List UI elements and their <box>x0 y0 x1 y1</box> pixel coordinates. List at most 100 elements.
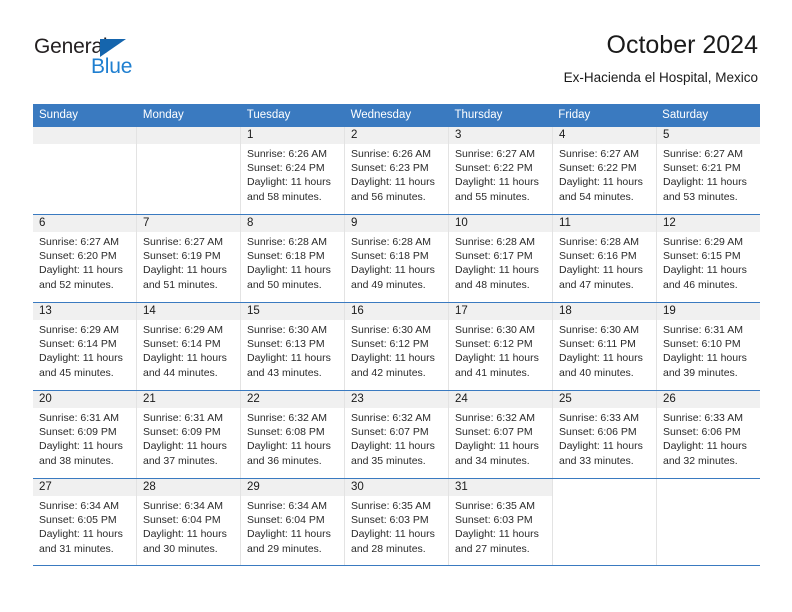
calendar-day-cell[interactable]: 31 Sunrise: 6:35 AM Sunset: 6:03 PM Dayligh… <box>449 479 553 565</box>
weekday-header-wednesday: Wednesday <box>350 109 412 121</box>
sunrise-text: Sunrise: 6:32 AM <box>455 412 535 424</box>
sunrise-text: Sunrise: 6:30 AM <box>247 324 327 336</box>
weekday-header-saturday: Saturday <box>662 109 709 121</box>
calendar-empty-cell <box>553 479 657 565</box>
daylight-text: Daylight: 11 hours and 37 minutes. <box>143 440 227 467</box>
calendar-day-cell[interactable]: 30 Sunrise: 6:35 AM Sunset: 6:03 PM Dayligh… <box>345 479 449 565</box>
calendar-day-cell[interactable]: 27 Sunrise: 6:34 AM Sunset: 6:05 PM Dayligh… <box>33 479 137 565</box>
daylight-text: Daylight: 11 hours and 32 minutes. <box>663 440 747 467</box>
day-number: 28 <box>137 479 240 496</box>
day-details: Sunrise: 6:34 AM Sunset: 6:04 PM Daylight:… <box>137 496 240 556</box>
sunrise-text: Sunrise: 6:32 AM <box>351 412 431 424</box>
calendar-day-cell[interactable]: 22 Sunrise: 6:32 AM Sunset: 6:08 PM Dayligh… <box>241 391 345 478</box>
calendar-day-cell[interactable]: 18 Sunrise: 6:30 AM Sunset: 6:11 PM Dayligh… <box>553 303 657 390</box>
day-details: Sunrise: 6:32 AM Sunset: 6:07 PM Daylight:… <box>345 408 448 468</box>
calendar-day-cell[interactable]: 12 Sunrise: 6:29 AM Sunset: 6:15 PM Dayligh… <box>657 215 760 302</box>
calendar-day-cell[interactable]: 6 Sunrise: 6:27 AM Sunset: 6:20 PM Daylight… <box>33 215 137 302</box>
sunset-text: Sunset: 6:07 PM <box>455 426 533 439</box>
daylight-text: Daylight: 11 hours and 30 minutes. <box>143 528 227 555</box>
day-number: 26 <box>657 391 760 408</box>
calendar-day-cell[interactable]: 26 Sunrise: 6:33 AM Sunset: 6:06 PM Dayligh… <box>657 391 760 478</box>
sunset-text: Sunset: 6:04 PM <box>247 514 325 527</box>
day-number: 6 <box>33 215 136 232</box>
day-number <box>33 127 136 144</box>
sunset-text: Sunset: 6:13 PM <box>247 338 325 351</box>
day-details: Sunrise: 6:28 AM Sunset: 6:18 PM Daylight:… <box>345 232 448 292</box>
sunrise-text: Sunrise: 6:34 AM <box>247 500 327 512</box>
calendar-day-cell[interactable]: 14 Sunrise: 6:29 AM Sunset: 6:14 PM Dayligh… <box>137 303 241 390</box>
calendar-day-cell[interactable]: 16 Sunrise: 6:30 AM Sunset: 6:12 PM Dayligh… <box>345 303 449 390</box>
day-details: Sunrise: 6:35 AM Sunset: 6:03 PM Daylight:… <box>345 496 448 556</box>
day-details: Sunrise: 6:29 AM Sunset: 6:15 PM Daylight:… <box>657 232 760 292</box>
sunrise-text: Sunrise: 6:33 AM <box>663 412 743 424</box>
daylight-text: Daylight: 11 hours and 38 minutes. <box>39 440 123 467</box>
calendar-day-cell[interactable]: 11 Sunrise: 6:28 AM Sunset: 6:16 PM Dayligh… <box>553 215 657 302</box>
sunset-text: Sunset: 6:03 PM <box>351 514 429 527</box>
day-number: 14 <box>137 303 240 320</box>
calendar-day-cell[interactable]: 19 Sunrise: 6:31 AM Sunset: 6:10 PM Dayligh… <box>657 303 760 390</box>
calendar-day-cell[interactable]: 29 Sunrise: 6:34 AM Sunset: 6:04 PM Dayligh… <box>241 479 345 565</box>
sunset-text: Sunset: 6:20 PM <box>39 250 117 263</box>
day-number: 25 <box>553 391 656 408</box>
sunset-text: Sunset: 6:19 PM <box>143 250 221 263</box>
sunrise-text: Sunrise: 6:27 AM <box>143 236 223 248</box>
daylight-text: Daylight: 11 hours and 47 minutes. <box>559 264 643 291</box>
weekday-header-friday: Friday <box>558 109 591 121</box>
day-details: Sunrise: 6:32 AM Sunset: 6:08 PM Daylight:… <box>241 408 344 468</box>
calendar-day-cell[interactable]: 21 Sunrise: 6:31 AM Sunset: 6:09 PM Dayligh… <box>137 391 241 478</box>
sunrise-text: Sunrise: 6:26 AM <box>247 148 327 160</box>
calendar-day-cell[interactable]: 3 Sunrise: 6:27 AM Sunset: 6:22 PM Daylight… <box>449 127 553 214</box>
calendar-day-cell[interactable]: 1 Sunrise: 6:26 AM Sunset: 6:24 PM Daylight… <box>241 127 345 214</box>
day-number: 3 <box>449 127 552 144</box>
sunrise-text: Sunrise: 6:26 AM <box>351 148 431 160</box>
daylight-text: Daylight: 11 hours and 27 minutes. <box>455 528 539 555</box>
sunset-text: Sunset: 6:09 PM <box>143 426 221 439</box>
calendar-day-cell[interactable]: 4 Sunrise: 6:27 AM Sunset: 6:22 PM Daylight… <box>553 127 657 214</box>
calendar-day-cell[interactable]: 25 Sunrise: 6:33 AM Sunset: 6:06 PM Dayligh… <box>553 391 657 478</box>
day-number: 21 <box>137 391 240 408</box>
calendar-day-cell[interactable]: 8 Sunrise: 6:28 AM Sunset: 6:18 PM Daylight… <box>241 215 345 302</box>
day-number: 31 <box>449 479 552 496</box>
calendar-day-cell[interactable]: 13 Sunrise: 6:29 AM Sunset: 6:14 PM Dayligh… <box>33 303 137 390</box>
title-block: October 2024 Ex-Hacienda el Hospital, Me… <box>564 30 758 88</box>
page-subtitle: Ex-Hacienda el Hospital, Mexico <box>563 70 758 85</box>
calendar-day-cell[interactable]: 2 Sunrise: 6:26 AM Sunset: 6:23 PM Daylight… <box>345 127 449 214</box>
calendar-day-cell[interactable]: 15 Sunrise: 6:30 AM Sunset: 6:13 PM Dayligh… <box>241 303 345 390</box>
daylight-text: Daylight: 11 hours and 46 minutes. <box>663 264 747 291</box>
calendar-day-cell[interactable]: 10 Sunrise: 6:28 AM Sunset: 6:17 PM Dayligh… <box>449 215 553 302</box>
calendar-day-cell[interactable]: 23 Sunrise: 6:32 AM Sunset: 6:07 PM Dayligh… <box>345 391 449 478</box>
sunset-text: Sunset: 6:12 PM <box>351 338 429 351</box>
daylight-text: Daylight: 11 hours and 56 minutes. <box>351 176 435 203</box>
calendar-day-cell[interactable]: 28 Sunrise: 6:34 AM Sunset: 6:04 PM Dayligh… <box>137 479 241 565</box>
daylight-text: Daylight: 11 hours and 28 minutes. <box>351 528 435 555</box>
calendar-day-cell[interactable]: 9 Sunrise: 6:28 AM Sunset: 6:18 PM Daylight… <box>345 215 449 302</box>
calendar-day-cell[interactable]: 7 Sunrise: 6:27 AM Sunset: 6:19 PM Daylight… <box>137 215 241 302</box>
calendar-empty-cell <box>657 479 760 565</box>
day-details: Sunrise: 6:28 AM Sunset: 6:16 PM Daylight:… <box>553 232 656 292</box>
calendar-day-cell[interactable]: 17 Sunrise: 6:30 AM Sunset: 6:12 PM Dayligh… <box>449 303 553 390</box>
daylight-text: Daylight: 11 hours and 55 minutes. <box>455 176 539 203</box>
day-number: 2 <box>345 127 448 144</box>
calendar-week-row: 27 Sunrise: 6:34 AM Sunset: 6:05 PM Dayligh… <box>33 478 760 566</box>
day-details: Sunrise: 6:33 AM Sunset: 6:06 PM Daylight:… <box>657 408 760 468</box>
day-number <box>137 127 240 144</box>
sunrise-text: Sunrise: 6:28 AM <box>455 236 535 248</box>
day-number: 17 <box>449 303 552 320</box>
day-details: Sunrise: 6:28 AM Sunset: 6:17 PM Daylight:… <box>449 232 552 292</box>
weekday-header-thursday: Thursday <box>454 109 503 121</box>
day-number: 19 <box>657 303 760 320</box>
day-details: Sunrise: 6:27 AM Sunset: 6:22 PM Daylight:… <box>553 144 656 204</box>
calendar-day-cell[interactable]: 24 Sunrise: 6:32 AM Sunset: 6:07 PM Dayligh… <box>449 391 553 478</box>
sunrise-text: Sunrise: 6:31 AM <box>39 412 119 424</box>
day-number: 18 <box>553 303 656 320</box>
calendar-day-cell[interactable]: 20 Sunrise: 6:31 AM Sunset: 6:09 PM Dayligh… <box>33 391 137 478</box>
calendar-weeks: 1 Sunrise: 6:26 AM Sunset: 6:24 PM Daylight… <box>33 126 760 566</box>
daylight-text: Daylight: 11 hours and 53 minutes. <box>663 176 747 203</box>
day-number: 15 <box>241 303 344 320</box>
day-number: 20 <box>33 391 136 408</box>
sunrise-text: Sunrise: 6:31 AM <box>143 412 223 424</box>
sunset-text: Sunset: 6:09 PM <box>39 426 117 439</box>
calendar-day-cell[interactable]: 5 Sunrise: 6:27 AM Sunset: 6:21 PM Daylight… <box>657 127 760 214</box>
calendar-week-row: 20 Sunrise: 6:31 AM Sunset: 6:09 PM Dayligh… <box>33 390 760 478</box>
daylight-text: Daylight: 11 hours and 44 minutes. <box>143 352 227 379</box>
